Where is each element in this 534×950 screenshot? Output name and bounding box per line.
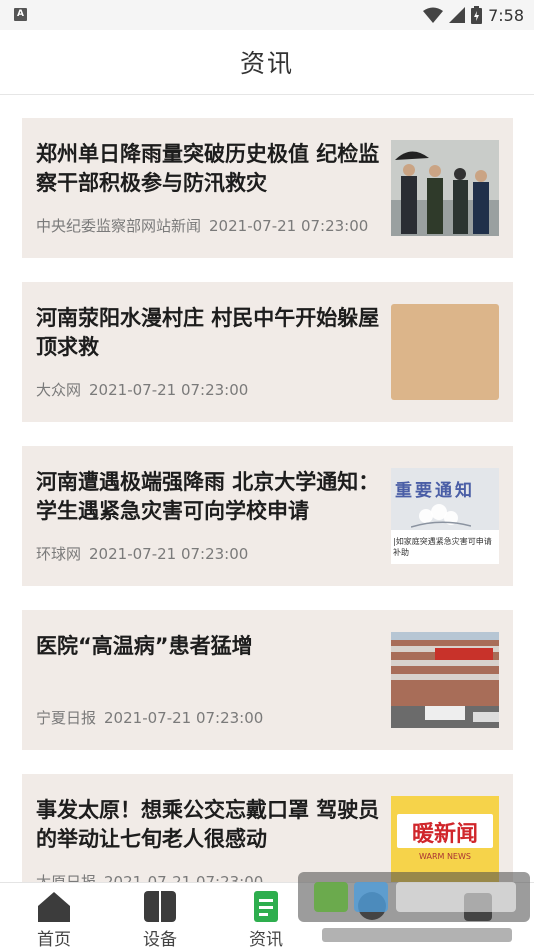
news-meta: 中央纪委监察部网站新闻 2021-07-21 07:23:00 bbox=[36, 215, 368, 236]
news-thumbnail bbox=[391, 304, 499, 400]
device-icon bbox=[144, 891, 176, 922]
status-bar: A 7:58 bbox=[0, 0, 534, 30]
news-meta: 宁夏日报 2021-07-21 07:23:00 bbox=[36, 707, 263, 728]
news-meta: 太原日报 2021-07-21 07:23:00 bbox=[36, 871, 263, 882]
news-card[interactable]: 郑州单日降雨量突破历史极值 纪检监察干部积极参与防汛救灾 中央纪委监察部网站新闻… bbox=[22, 118, 513, 258]
news-source: 环球网 bbox=[36, 545, 82, 563]
news-source: 大众网 bbox=[36, 381, 82, 399]
news-time: 2021-07-21 07:23:00 bbox=[104, 873, 264, 882]
page-title: 资讯 bbox=[239, 49, 294, 78]
news-icon bbox=[254, 891, 278, 922]
tab-label: 设备 bbox=[143, 930, 177, 950]
news-time: 2021-07-21 07:23:00 bbox=[89, 381, 249, 399]
tab-label: 首页 bbox=[37, 930, 71, 950]
signal-icon bbox=[449, 7, 466, 23]
news-title: 河南荥阳水漫村庄 村民中午开始躲屋顶求救 bbox=[36, 306, 380, 359]
news-card[interactable]: 医院“高温病”患者猛增 宁夏日报 2021-07-21 07:23:00 bbox=[22, 610, 513, 750]
watermark-logo bbox=[292, 858, 534, 950]
news-meta: 大众网 2021-07-21 07:23:00 bbox=[36, 379, 248, 400]
news-title: 事发太原！想乘公交忘戴口罩 驾驶员的举动让七旬老人很感动 bbox=[36, 798, 380, 851]
tab-devices[interactable]: 设备 bbox=[110, 883, 210, 950]
thumbnail-heading: 重要通知 bbox=[395, 481, 475, 501]
news-title: 郑州单日降雨量突破历史极值 纪检监察干部积极参与防汛救灾 bbox=[36, 142, 380, 195]
battery-icon bbox=[471, 6, 483, 24]
status-icons: 7:58 bbox=[423, 4, 524, 26]
wifi-icon bbox=[423, 7, 444, 23]
news-thumbnail: 重要通知 |如家庭突遇紧急灾害可申请补助 bbox=[391, 468, 499, 564]
clock: 7:58 bbox=[488, 5, 524, 25]
news-source: 中央纪委监察部网站新闻 bbox=[36, 217, 202, 235]
tab-home[interactable]: 首页 bbox=[4, 883, 104, 950]
home-icon bbox=[38, 892, 70, 922]
news-thumbnail bbox=[391, 140, 499, 236]
news-thumbnail bbox=[391, 632, 499, 728]
news-meta: 环球网 2021-07-21 07:23:00 bbox=[36, 543, 248, 564]
news-time: 2021-07-21 07:23:00 bbox=[89, 545, 249, 563]
thumbnail-heading: 暖新闻 bbox=[411, 822, 478, 847]
news-title: 河南遭遇极端强降雨 北京大学通知：学生遇紧急灾害可向学校申请 bbox=[36, 470, 380, 523]
notification-icon: A bbox=[14, 8, 27, 21]
news-card[interactable]: 河南荥阳水漫村庄 村民中午开始躲屋顶求救 大众网 2021-07-21 07:23… bbox=[22, 282, 513, 422]
news-time: 2021-07-21 07:23:00 bbox=[209, 217, 369, 235]
news-title: 医院“高温病”患者猛增 bbox=[36, 634, 253, 658]
title-bar: 资讯 bbox=[0, 30, 534, 95]
news-source: 太原日报 bbox=[36, 873, 97, 882]
news-card[interactable]: 河南遭遇极端强降雨 北京大学通知：学生遇紧急灾害可向学校申请 环球网 2021-0… bbox=[22, 446, 513, 586]
news-list[interactable]: 郑州单日降雨量突破历史极值 纪检监察干部积极参与防汛救灾 中央纪委监察部网站新闻… bbox=[0, 96, 534, 882]
news-source: 宁夏日报 bbox=[36, 709, 97, 727]
thumbnail-caption: |如家庭突遇紧急灾害可申请补助 bbox=[393, 537, 492, 557]
news-time: 2021-07-21 07:23:00 bbox=[104, 709, 264, 727]
